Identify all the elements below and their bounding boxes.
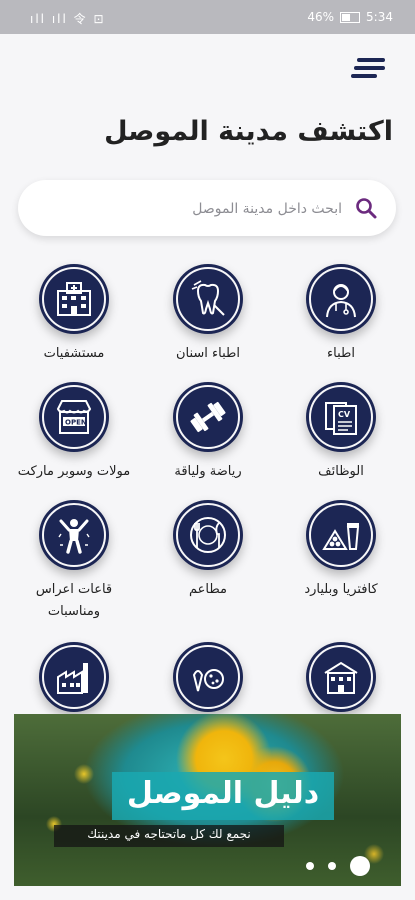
school-icon	[306, 642, 376, 712]
category-label: اطباء	[327, 346, 355, 361]
category-label: رياضة ولياقة	[174, 464, 242, 479]
factory-icon	[39, 642, 109, 712]
hospital-icon	[39, 264, 109, 334]
category-schools[interactable]	[276, 642, 406, 712]
app-screen: اكتشف مدينة الموصل اطباء اطباء اسنان مست…	[0, 34, 415, 900]
category-restaurants[interactable]: مطاعم	[143, 500, 273, 601]
dumbbell-icon	[173, 382, 243, 452]
restaurant-icon	[173, 500, 243, 570]
category-dentists[interactable]: اطباء اسنان	[143, 264, 273, 365]
carousel-dot[interactable]	[328, 862, 336, 870]
doctor-icon	[306, 264, 376, 334]
category-doctors[interactable]: اطباء	[276, 264, 406, 365]
search-icon[interactable]	[354, 196, 378, 220]
dentist-icon	[173, 264, 243, 334]
category-factories[interactable]	[9, 642, 139, 712]
category-cafes[interactable]: كافتريا وبليارد	[276, 500, 406, 601]
carousel-dot-active[interactable]	[350, 856, 370, 876]
signal-indicators: ıll ıll 令 ⊡	[30, 12, 106, 26]
category-sweets[interactable]	[143, 642, 273, 712]
clock: 5:34	[366, 10, 393, 24]
menu-button[interactable]	[351, 58, 385, 78]
battery-icon	[340, 11, 361, 23]
battery-percent: 46%	[307, 10, 335, 24]
status-right: 46% 5:34	[307, 10, 393, 24]
category-malls[interactable]: OPEN مولات وسوبر ماركت	[9, 382, 139, 483]
promo-banner[interactable]: دليل الموصل نجمع لك كل ماتحتاجه في مدينت…	[14, 714, 401, 886]
banner-title: دليل الموصل	[126, 776, 320, 811]
status-bar: ıll ıll 令 ⊡ 46% 5:34	[0, 0, 415, 34]
page-title: اكتشف مدينة الموصل	[104, 116, 393, 147]
category-wedding-halls[interactable]: قاعات اعراس ومناسبات	[9, 500, 139, 623]
svg-text:CV: CV	[338, 410, 351, 419]
hamburger-icon	[351, 58, 385, 78]
banner-subtitle: نجمع لك كل ماتحتاجه في مدينتك	[87, 827, 251, 841]
svg-text:OPEN: OPEN	[65, 419, 87, 427]
category-hospitals[interactable]: مستشفيات	[9, 264, 139, 365]
category-label: مولات وسوبر ماركت	[17, 464, 131, 479]
search-input[interactable]	[40, 190, 344, 228]
category-sports[interactable]: رياضة ولياقة	[143, 382, 273, 483]
carousel-indicator	[306, 856, 370, 876]
billiard-coffee-icon	[306, 500, 376, 570]
search-bar[interactable]	[18, 180, 396, 236]
category-label: اطباء اسنان	[175, 346, 241, 361]
category-jobs[interactable]: CV الوظائف	[276, 382, 406, 483]
celebration-icon	[39, 500, 109, 570]
sweets-icon	[173, 642, 243, 712]
carousel-dot[interactable]	[306, 862, 314, 870]
category-label: الوظائف	[318, 464, 364, 479]
category-label: كافتريا وبليارد	[304, 582, 378, 597]
category-label: مستشفيات	[43, 346, 105, 361]
category-label: مطاعم	[189, 582, 227, 597]
store-open-icon: OPEN	[39, 382, 109, 452]
category-label: قاعات اعراس ومناسبات	[35, 582, 113, 619]
cv-icon: CV	[306, 382, 376, 452]
